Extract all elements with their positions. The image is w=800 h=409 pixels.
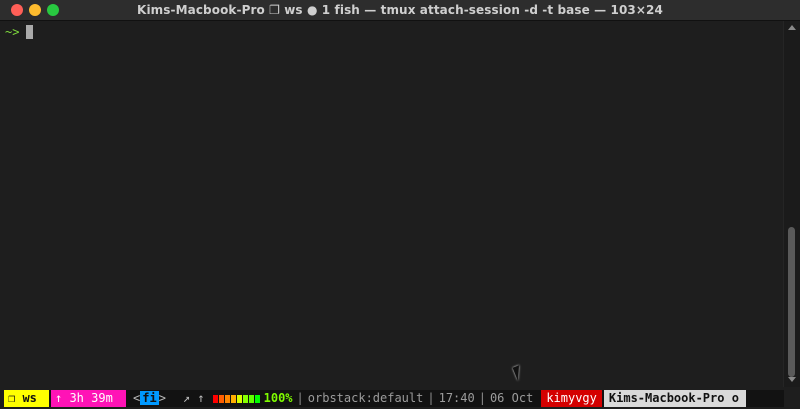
network-down-icon: ↗: [182, 391, 191, 405]
battery-level-bar: [224, 394, 230, 403]
minimize-window-button[interactable]: [29, 4, 41, 16]
shell-prompt: ~>: [5, 25, 20, 39]
close-window-button[interactable]: [11, 4, 23, 16]
battery-level-bar: [236, 394, 242, 403]
status-time: 17:40: [438, 391, 475, 405]
network-indicator: ↗ ↑: [183, 390, 205, 407]
scroll-down-icon[interactable]: [788, 377, 796, 382]
tmux-status-bar: ❐ ws ↑ 3h 39m < fi > ↗ ↑ 100% | orbstack:d…: [4, 390, 784, 407]
battery-level-bar: [212, 394, 218, 403]
battery-level-indicator: [212, 394, 261, 403]
window-title: Kims-Macbook-Pro ❐ ws ● 1 fish — tmux at…: [137, 3, 663, 17]
battery-level-bar: [218, 394, 224, 403]
scrollbar-thumb[interactable]: [788, 227, 795, 377]
block-cursor-icon: [26, 25, 34, 39]
window-controls: [11, 4, 59, 16]
prompt-line[interactable]: ~>: [5, 25, 34, 39]
vertical-scrollbar[interactable]: [783, 21, 800, 387]
network-up-icon: ↑: [197, 391, 205, 405]
status-user: kimyvgy: [541, 390, 602, 407]
status-separator: |: [427, 391, 435, 405]
maximize-window-button[interactable]: [47, 4, 59, 16]
tmux-session-name[interactable]: ❐ ws: [4, 390, 49, 407]
terminal-output[interactable]: ~>: [0, 21, 784, 387]
battery-level-bar: [242, 394, 248, 403]
battery-percentage: 100%: [263, 391, 293, 405]
battery-level-bar: [254, 394, 260, 403]
current-window-label[interactable]: fi: [140, 391, 159, 405]
window-titlebar[interactable]: Kims-Macbook-Pro ❐ ws ● 1 fish — tmux at…: [0, 0, 800, 21]
battery-level-bar: [248, 394, 254, 403]
system-uptime: ↑ 3h 39m: [51, 390, 126, 407]
status-date: 06 Oct: [489, 391, 534, 405]
scroll-up-icon[interactable]: [788, 25, 796, 30]
status-separator: |: [296, 391, 304, 405]
terminal-window: Kims-Macbook-Pro ❐ ws ● 1 fish — tmux at…: [0, 0, 800, 409]
window-close-bracket: >: [158, 391, 166, 405]
kubernetes-context: orbstack:default: [307, 391, 424, 405]
tmux-window-list[interactable]: < fi >: [133, 390, 166, 407]
status-separator: |: [478, 391, 486, 405]
battery-level-bar: [230, 394, 236, 403]
status-host: Kims-Macbook-Pro o: [603, 390, 746, 407]
